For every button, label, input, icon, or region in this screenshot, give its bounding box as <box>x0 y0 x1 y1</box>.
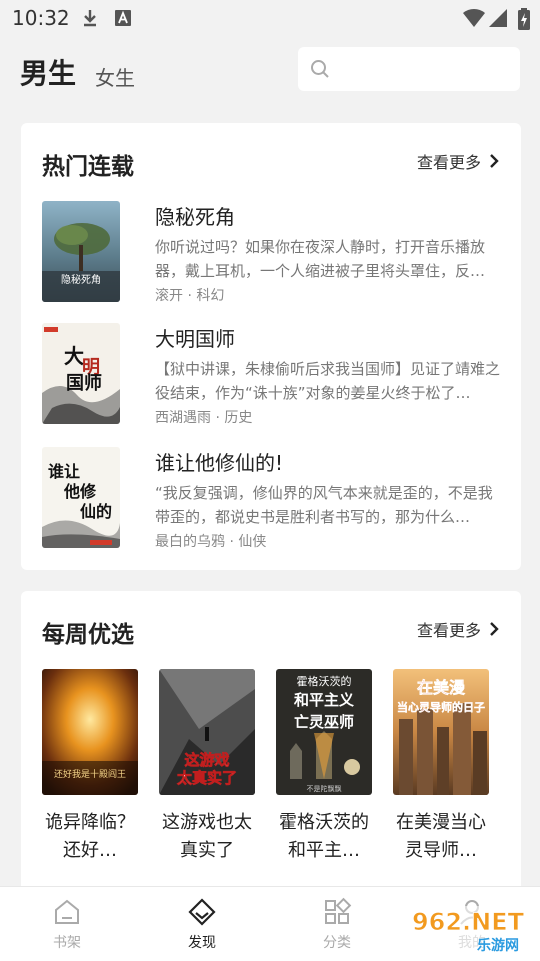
svg-text:仙的: 仙的 <box>80 502 112 521</box>
book-cover: 这游戏 太真实了 <box>159 669 255 795</box>
see-more-label: 查看更多 <box>416 621 481 640</box>
nav-label: 分类 <box>323 935 351 951</box>
weekly-book-item[interactable]: 这游戏 太真实了 这游戏也太真实了 <box>159 669 255 865</box>
svg-text:还好我是十殿阎王: 还好我是十殿阎王 <box>54 768 126 780</box>
svg-text:不是陀飘飘: 不是陀飘飘 <box>307 784 342 793</box>
book-meta: 西湖遇雨 · 历史 <box>155 410 253 426</box>
svg-text:和平主义: 和平主义 <box>294 691 354 709</box>
book-title: 谁让他修仙的! <box>155 451 284 475</box>
svg-text:当心灵导师的日子: 当心灵导师的日子 <box>397 700 485 714</box>
book-title: 诡异降临？还好… <box>45 812 135 861</box>
svg-text:他修: 他修 <box>63 482 97 501</box>
nav-label: 书架 <box>53 935 81 951</box>
book-item[interactable]: 隐秘死角 隐秘死角 你听说过吗？如果你在夜深人静时，打开音乐播放器，戴上耳机，一… <box>42 201 502 304</box>
book-description: “我反复强调，修仙界的风气本来就是歪的，不是我带歪的，都说史书是胜利者书写的，那… <box>155 484 493 526</box>
search-box[interactable] <box>298 47 520 91</box>
cover-text: 隐秘死角 <box>61 273 101 286</box>
status-bar: 10:32 <box>0 0 540 36</box>
section-title-hot: 热门连载 <box>42 154 134 180</box>
a-badge-icon <box>115 10 131 26</box>
section-title-weekly: 每周优选 <box>42 622 134 648</box>
book-title: 在美漫当心灵导师… <box>396 812 486 861</box>
chevron-right-icon <box>490 154 499 168</box>
weekly-book-item[interactable]: 还好我是十殿阎王 诡异降临？还好… <box>42 669 138 865</box>
book-cover: 谁让 他修 仙的 <box>42 447 120 548</box>
download-icon <box>84 10 96 27</box>
svg-text:霍格沃茨的: 霍格沃茨的 <box>297 674 352 688</box>
svg-text:谁让: 谁让 <box>48 462 80 481</box>
chevron-right-icon <box>490 622 499 636</box>
wifi-icon <box>463 8 485 27</box>
hot-serial-card: 热门连载 查看更多 隐秘死角 隐秘死角 你听说过吗？如果你在夜深人静时，打开音乐… <box>21 123 521 570</box>
book-cover: 隐秘死角 <box>42 201 120 302</box>
book-cover: 大 明 国师 <box>42 323 120 424</box>
book-cover: 还好我是十殿阎王 <box>42 669 138 795</box>
svg-text:大: 大 <box>64 344 84 368</box>
svg-text:这游戏: 这游戏 <box>184 751 229 769</box>
battery-icon <box>518 8 530 30</box>
book-title: 这游戏也太真实了 <box>162 812 252 861</box>
book-cover: 在美漫 当心灵导师的日子 <box>393 669 489 795</box>
weekly-book-item[interactable]: 在美漫 当心灵导师的日子 在美漫当心灵导师… <box>393 669 489 865</box>
see-more-weekly-button[interactable]: 查看更多 <box>417 617 499 641</box>
top-bar: 男生 女生 <box>0 40 540 104</box>
book-meta: 滚开 · 科幻 <box>155 288 225 304</box>
svg-text:亡灵巫师: 亡灵巫师 <box>294 713 354 731</box>
watermark-sub: 乐游网 <box>477 937 519 954</box>
svg-text:国师: 国师 <box>66 372 102 394</box>
compass-diamond-icon <box>188 898 216 926</box>
weekly-picks-card: 每周优选 查看更多 还好我是十殿阎王 诡异降临？还好… 这游戏 太真实了 这游戏… <box>21 591 521 921</box>
svg-text:太真实了: 太真实了 <box>177 769 237 787</box>
see-more-label: 查看更多 <box>416 153 481 172</box>
tab-male[interactable]: 男生 <box>20 52 76 92</box>
book-meta: 最白的乌鸦 · 仙侠 <box>155 534 267 550</box>
svg-text:在美漫: 在美漫 <box>417 678 465 697</box>
tab-female[interactable]: 女生 <box>95 62 135 91</box>
book-cover: 霍格沃茨的 和平主义 亡灵巫师 不是陀飘飘 <box>276 669 372 795</box>
watermark-logo: 962.NET 乐游网 <box>402 906 534 956</box>
category-grid-icon <box>325 897 352 924</box>
see-more-hot-button[interactable]: 查看更多 <box>417 149 499 173</box>
book-title: 隐秘死角 <box>155 205 235 229</box>
status-time: 10:32 <box>12 6 70 30</box>
book-item[interactable]: 大 明 国师 大明国师 【狱中讲课，朱棣偷听后求我当国师】见证了靖难之役结束，作… <box>42 323 502 426</box>
nav-bookshelf[interactable]: 书架 <box>27 897 107 952</box>
nav-label: 发现 <box>188 935 216 951</box>
book-item[interactable]: 谁让 他修 仙的 谁让他修仙的! “我反复强调，修仙界的风气本来就是歪的，不是我… <box>42 447 502 550</box>
book-description: 【狱中讲课，朱棣偷听后求我当国师】见证了靖难之役结束，作为“诛十族”对象的姜星火… <box>155 360 501 402</box>
weekly-book-item[interactable]: 霍格沃茨的 和平主义 亡灵巫师 不是陀飘飘 霍格沃茨的和平主… <box>276 669 372 865</box>
nav-discover[interactable]: 发现 <box>162 897 242 952</box>
search-icon <box>311 60 329 78</box>
book-title: 大明国师 <box>155 327 235 351</box>
nav-category[interactable]: 分类 <box>297 897 377 952</box>
book-description: 你听说过吗？如果你在夜深人静时，打开音乐播放器，戴上耳机，一个人缩进被子里将头罩… <box>155 238 486 280</box>
signal-icon <box>489 9 507 27</box>
home-icon <box>55 899 79 924</box>
watermark-brand: 962.NET <box>412 908 525 936</box>
book-title: 霍格沃茨的和平主… <box>279 812 369 861</box>
